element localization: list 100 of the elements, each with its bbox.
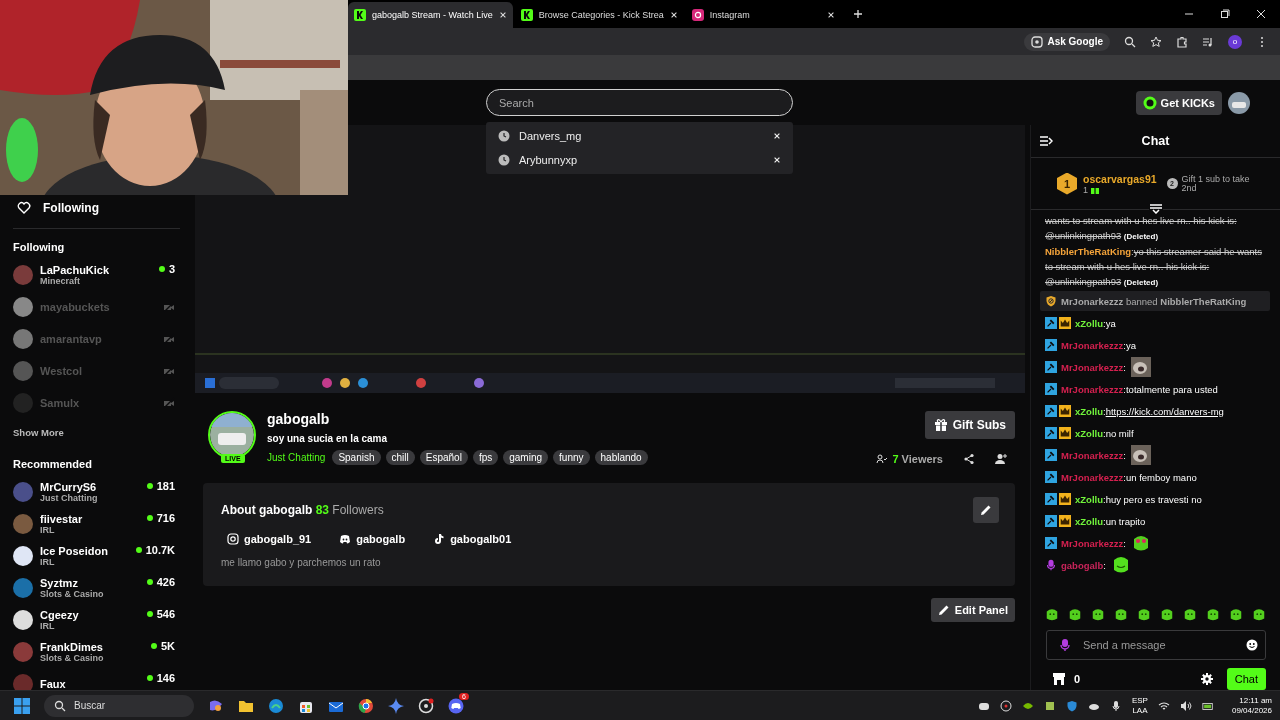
chat-message: NibblerTheRatKing:yo this streamer said he wants to stream with u hes live rn.. his kick is: @unlinkingpath93 (Deleted) [1045, 245, 1263, 289]
section-heading: Recommended [13, 458, 93, 470]
emote-icon[interactable] [1068, 608, 1082, 622]
chat-send-button[interactable]: Chat [1226, 668, 1266, 690]
leader-username[interactable]: oscarvargas91 [1083, 172, 1157, 185]
tag[interactable]: Español [419, 450, 468, 465]
user-avatar[interactable] [1228, 91, 1250, 114]
gift-subs-button[interactable]: Gift Subs [924, 411, 1015, 439]
tag[interactable]: funny [553, 450, 590, 465]
category-link[interactable]: Just Chatting [267, 452, 326, 463]
store-icon[interactable] [1052, 672, 1066, 686]
settings-icon[interactable] [1200, 673, 1213, 685]
chat-link[interactable]: https://kick.com/danvers-mg [1105, 405, 1224, 417]
close-icon[interactable] [773, 156, 781, 164]
close-icon[interactable] [498, 11, 507, 19]
profile-avatar[interactable]: o [1228, 34, 1242, 49]
discord-icon[interactable] [448, 697, 464, 714]
emote-icon[interactable] [1183, 608, 1197, 622]
hammer-icon [1045, 427, 1057, 439]
social-link[interactable]: gabogalb [356, 533, 406, 545]
ask-google-button[interactable]: Ask Google [1024, 32, 1110, 51]
media-icon[interactable] [1202, 35, 1214, 48]
tag[interactable]: chill [385, 450, 415, 465]
viewer-count: 716 [156, 512, 175, 524]
channel-name[interactable]: gabogalb [267, 411, 866, 427]
tag[interactable]: fps [472, 450, 499, 465]
edit-button[interactable] [973, 497, 999, 523]
browser-tab[interactable]: Browse Categories - Kick Strea [514, 2, 684, 28]
hammer-icon [1045, 449, 1057, 461]
search-field[interactable]: Search [486, 89, 793, 116]
wave-icon[interactable] [268, 697, 284, 714]
plus-icon[interactable] [852, 9, 863, 19]
channel-category: Slots & Casino [40, 653, 105, 663]
extension-icon[interactable] [1176, 35, 1188, 48]
browser-tab[interactable]: Instagram [685, 2, 841, 28]
crown-icon [1059, 515, 1071, 527]
recent-search[interactable]: Danvers_mg [519, 130, 764, 142]
live-dot-icon [146, 483, 153, 489]
wifi-icon[interactable] [1157, 699, 1170, 712]
speaker-icon[interactable] [1179, 699, 1192, 712]
close-icon[interactable] [669, 11, 678, 19]
share-icon[interactable] [963, 453, 975, 465]
close-icon[interactable] [1256, 9, 1266, 19]
taskbar-search[interactable]: Buscar [44, 694, 194, 717]
tag[interactable]: Spanish [332, 450, 381, 465]
channel-name[interactable]: Faux [40, 678, 140, 690]
windows-logo-icon[interactable] [14, 697, 30, 714]
get-kicks-button[interactable]: Get KICKs [1135, 90, 1222, 115]
emote-icon[interactable] [1206, 608, 1220, 622]
collapse-icon[interactable] [1039, 134, 1053, 148]
recent-search[interactable]: Arybunnyxp [519, 154, 764, 166]
channel-name[interactable]: Syztmz [40, 577, 140, 589]
clock[interactable]: 12:11 am 09/04/2026 [1231, 695, 1272, 716]
emote-icon[interactable] [1114, 608, 1128, 622]
show-more-link[interactable]: Show More [13, 427, 190, 438]
zoom-icon[interactable] [1124, 35, 1136, 48]
social-link[interactable]: gabogalb_91 [244, 533, 312, 545]
sparkle-icon[interactable] [388, 697, 404, 714]
tag[interactable]: gaming [503, 450, 549, 465]
emote-icon[interactable] [1252, 608, 1266, 622]
tag[interactable]: hablando [594, 450, 648, 465]
chat-message: MrJonarkezzz: [1061, 536, 1126, 551]
channel-name[interactable]: fiivestar [40, 513, 140, 525]
hammer-icon [1045, 405, 1057, 417]
emote-icon[interactable] [1045, 608, 1059, 622]
expand-icon[interactable] [1149, 204, 1163, 214]
avatar[interactable] [13, 610, 33, 630]
hammer-icon [1045, 361, 1057, 373]
follow-icon[interactable] [995, 453, 1007, 465]
restore-icon[interactable] [1220, 9, 1230, 19]
channel-category: IRL [40, 557, 56, 567]
emoji-icon[interactable] [1246, 639, 1258, 651]
channel-name[interactable]: MrCurryS6 [40, 481, 140, 493]
shield-icon[interactable] [1065, 699, 1078, 712]
microphone-icon[interactable] [1109, 699, 1122, 712]
emote-icon[interactable] [1091, 608, 1105, 622]
channel-category: IRL [40, 621, 56, 631]
crown-icon [1059, 427, 1071, 439]
language-indicator[interactable]: ESP LAA [1131, 695, 1148, 716]
close-icon[interactable] [826, 11, 835, 19]
record-icon[interactable] [999, 699, 1012, 712]
emote-icon[interactable] [1160, 608, 1174, 622]
viewer-count: 7 Viewers [892, 453, 943, 465]
channel-name[interactable]: Ice Poseidon [40, 545, 129, 557]
browser-tab[interactable]: gabogalb Stream - Watch Live [348, 2, 513, 28]
message-field[interactable]: Send a message [1046, 630, 1266, 660]
channel-name[interactable]: LaPachuKick [40, 264, 152, 276]
emote-icon[interactable] [1137, 608, 1151, 622]
channel-name[interactable]: FrankDimes [40, 641, 144, 653]
social-link[interactable]: gabogalb01 [450, 533, 512, 545]
avatar[interactable] [13, 546, 33, 566]
channel-name[interactable]: Cgeezy [40, 609, 140, 621]
chat-message: wants to stream with u hes live rn.. his kick is: @unlinkingpath93 (Deleted) [1045, 214, 1238, 243]
emote-icon[interactable] [1229, 608, 1243, 622]
record-icon[interactable] [418, 697, 434, 714]
close-icon[interactable] [773, 132, 781, 140]
edit-panel-button[interactable]: Edit Panel [930, 598, 1015, 622]
browser-icon[interactable] [358, 697, 374, 714]
heart-icon [17, 201, 31, 215]
star-icon[interactable] [1150, 35, 1162, 48]
